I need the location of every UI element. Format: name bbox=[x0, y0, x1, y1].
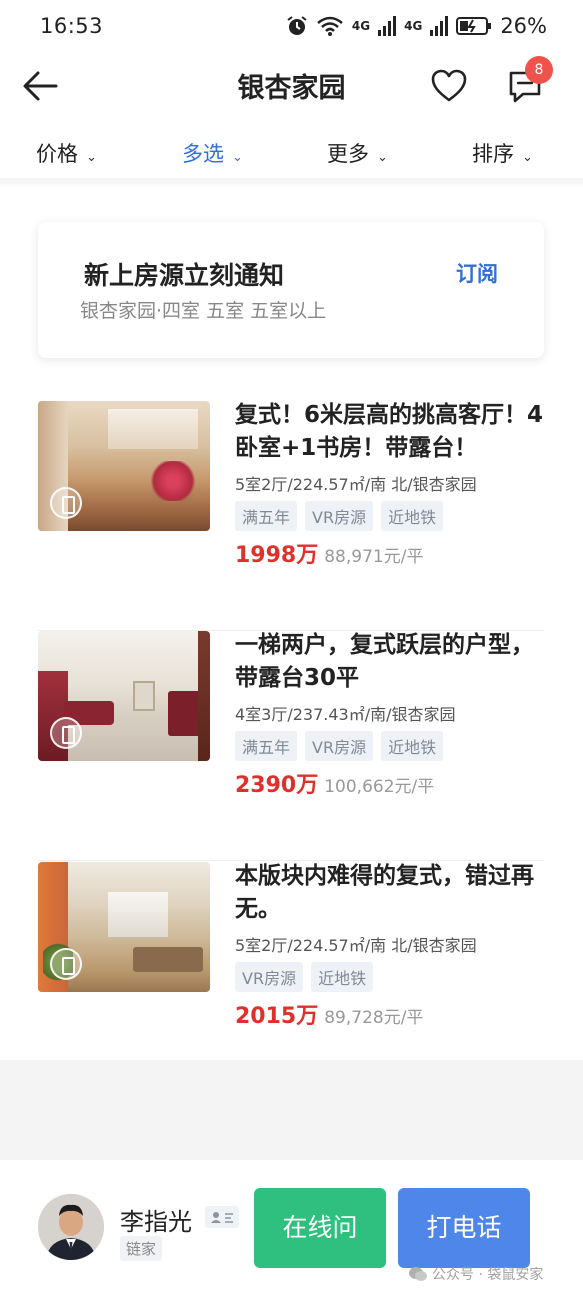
chevron-down-icon: ⌄ bbox=[377, 150, 388, 165]
status-time: 16:53 bbox=[40, 14, 104, 38]
signal-icon bbox=[378, 16, 397, 36]
agent-photo bbox=[38, 1194, 104, 1260]
watermark: 公众号 · 袋鼠安家 bbox=[408, 1264, 543, 1284]
listing-photo bbox=[38, 862, 210, 992]
agent-avatar[interactable] bbox=[38, 1194, 104, 1260]
total-price: 2015万 bbox=[235, 1004, 319, 1029]
chevron-down-icon: ⌄ bbox=[86, 150, 97, 165]
listing-photo bbox=[38, 631, 210, 761]
listing-tags: 满五年 VR房源 近地铁 bbox=[235, 501, 444, 531]
section-divider bbox=[0, 178, 583, 188]
online-chat-button[interactable]: 在线问 bbox=[254, 1188, 386, 1268]
back-arrow-icon bbox=[23, 71, 58, 101]
page-title: 银杏家园 bbox=[237, 73, 346, 104]
vr-icon bbox=[50, 487, 82, 519]
unit-price: 100,662元/平 bbox=[324, 777, 435, 797]
filter-label: 更多 bbox=[327, 142, 369, 166]
wifi-icon bbox=[317, 16, 343, 36]
filter-sort[interactable]: 排序 ⌄ bbox=[472, 138, 533, 168]
listing-price: 2390万 100,662元/平 bbox=[235, 767, 434, 799]
unit-price: 88,971元/平 bbox=[324, 547, 424, 567]
tag-badge: 近地铁 bbox=[381, 501, 444, 531]
notify-subtitle: 银杏家园·四室 五室 五室以上 bbox=[80, 300, 327, 322]
vr-icon bbox=[50, 948, 82, 980]
network-type-label: 4G bbox=[351, 19, 371, 33]
listing-tags: VR房源 近地铁 bbox=[235, 962, 374, 992]
heart-icon bbox=[431, 69, 467, 102]
message-count-badge: 8 bbox=[525, 56, 553, 84]
agency-badge: 链家 bbox=[120, 1236, 163, 1261]
unit-price: 89,728元/平 bbox=[324, 1008, 424, 1028]
listing-item[interactable]: 本版块内难得的复式，错过再无。 5室2厅/224.57㎡/南 北/银杏家园 VR… bbox=[38, 862, 544, 1092]
listing-tags: 满五年 VR房源 近地铁 bbox=[235, 731, 444, 761]
business-card-icon[interactable] bbox=[205, 1206, 239, 1228]
total-price: 2390万 bbox=[235, 773, 319, 798]
favorite-button[interactable] bbox=[430, 68, 468, 104]
listing-title: 本版块内难得的复式，错过再无。 bbox=[235, 863, 534, 922]
filter-label: 价格 bbox=[36, 142, 78, 166]
listing-details: 5室2厅/224.57㎡/南 北/银杏家园 bbox=[235, 475, 477, 494]
filter-bar: 价格 ⌄ 多选 ⌄ 更多 ⌄ 排序 ⌄ bbox=[0, 124, 583, 180]
tag-badge: VR房源 bbox=[305, 731, 374, 761]
filter-label: 多选 bbox=[182, 142, 224, 166]
tag-badge: 满五年 bbox=[235, 731, 298, 761]
listing-details: 4室3厅/237.43㎡/南/银杏家园 bbox=[235, 705, 456, 724]
new-listing-notify-card: 新上房源立刻通知 银杏家园·四室 五室 五室以上 订阅 bbox=[38, 222, 544, 358]
listing-title: 复式！6米层高的挑高客厅！4卧室+1书房！带露台！ bbox=[235, 402, 544, 461]
listing-item[interactable]: 一梯两户，复式跃层的户型，带露台30平 4室3厅/237.43㎡/南/银杏家园 … bbox=[38, 631, 544, 861]
filter-label: 排序 bbox=[472, 142, 514, 166]
notify-title: 新上房源立刻通知 bbox=[84, 261, 285, 290]
signal-icon bbox=[430, 16, 449, 36]
battery-percent: 26% bbox=[500, 14, 547, 38]
nav-bar: 银杏家园 bbox=[0, 56, 583, 116]
watermark-text: 公众号 · 袋鼠安家 bbox=[432, 1267, 544, 1283]
status-icons: 4G 4G 26% bbox=[286, 14, 547, 38]
tag-badge: 近地铁 bbox=[381, 731, 444, 761]
agent-name: 李指光 bbox=[120, 1208, 192, 1236]
chevron-down-icon: ⌄ bbox=[232, 150, 243, 165]
chevron-down-icon: ⌄ bbox=[522, 150, 533, 165]
listing-price: 2015万 89,728元/平 bbox=[235, 998, 423, 1030]
listing-price: 1998万 88,971元/平 bbox=[235, 537, 423, 569]
vr-icon bbox=[50, 717, 82, 749]
listing-photo bbox=[38, 401, 210, 531]
wechat-icon bbox=[409, 1267, 427, 1281]
listing-details: 5室2厅/224.57㎡/南 北/银杏家园 bbox=[235, 936, 477, 955]
alarm-icon bbox=[287, 16, 307, 35]
listing-title: 一梯两户，复式跃层的户型，带露台30平 bbox=[235, 632, 534, 691]
tag-badge: 满五年 bbox=[235, 501, 298, 531]
tag-badge: 近地铁 bbox=[311, 962, 374, 992]
total-price: 1998万 bbox=[235, 543, 319, 568]
filter-more[interactable]: 更多 ⌄ bbox=[327, 138, 388, 168]
call-button[interactable]: 打电话 bbox=[398, 1188, 530, 1268]
battery-icon bbox=[456, 17, 492, 35]
subscribe-button[interactable]: 订阅 bbox=[456, 258, 498, 288]
tag-badge: VR房源 bbox=[235, 962, 304, 992]
filter-price[interactable]: 价格 ⌄ bbox=[36, 138, 97, 168]
empty-list-area bbox=[0, 1060, 583, 1160]
network-type-label: 4G bbox=[404, 19, 423, 33]
listing-item[interactable]: 复式！6米层高的挑高客厅！4卧室+1书房！带露台！ 5室2厅/224.57㎡/南… bbox=[38, 401, 544, 631]
id-card-glyph bbox=[211, 1212, 233, 1223]
tag-badge: VR房源 bbox=[305, 501, 374, 531]
status-bar: 16:53 4G 4G 26% bbox=[0, 0, 583, 56]
back-button[interactable] bbox=[20, 66, 60, 106]
filter-multi-select[interactable]: 多选 ⌄ bbox=[182, 138, 243, 168]
agent-contact-bar: 李指光 链家 在线问 打电话 公众号 · 袋鼠安家 bbox=[0, 1160, 583, 1294]
